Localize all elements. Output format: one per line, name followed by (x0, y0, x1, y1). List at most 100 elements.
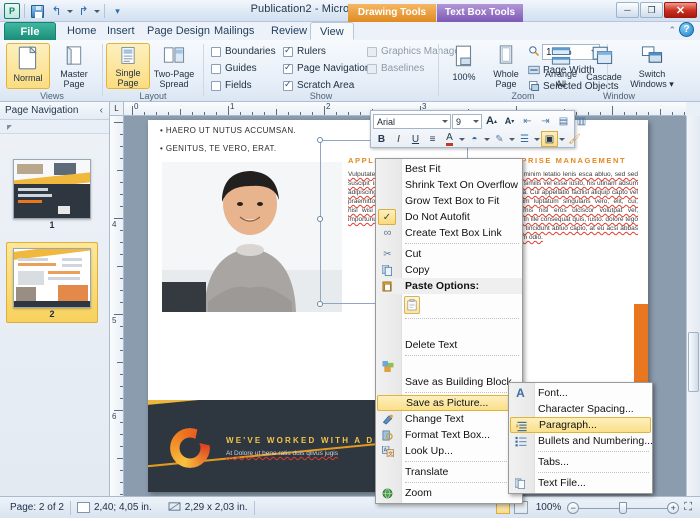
view-normal-button[interactable]: Normal (6, 43, 50, 89)
selection-handle-tl[interactable] (317, 137, 323, 143)
menu-item-cut[interactable]: ✂ Cut (376, 246, 522, 262)
increase-indent-icon[interactable]: ⇥ (537, 113, 554, 129)
tab-review[interactable]: Review (262, 22, 316, 40)
decrease-indent-icon[interactable]: ⇤ (519, 113, 536, 129)
menu-item-shrink-text-on-overflow[interactable]: Shrink Text On Overflow (376, 177, 522, 193)
help-icon[interactable]: ? (679, 22, 694, 37)
text-direction-icon[interactable]: ▤ (555, 113, 572, 129)
check-rulers[interactable]: Rulers (283, 46, 326, 57)
vertical-ruler[interactable]: 456 (110, 116, 124, 496)
publisher-window: P ↰ ↱ ▾ Publication2 - Microsoft Publish… (0, 0, 700, 518)
ruler-tick-v (120, 434, 123, 435)
submenu-item-paragraph[interactable]: Paragraph... (510, 417, 651, 433)
close-button[interactable]: ✕ (664, 2, 697, 18)
submenu-item-bullets-and-numbering[interactable]: Bullets and Numbering... (509, 433, 652, 449)
collapse-pane-icon[interactable]: ‹ (100, 105, 103, 116)
layout-two-page-spread-button[interactable]: Two-Page Spread (152, 43, 196, 89)
bullets-icon[interactable]: ☰ (516, 131, 533, 147)
layout-single-page-button[interactable]: Single Page (106, 43, 150, 89)
menu-item-grow-text-box-to-fit[interactable]: Grow Text Box to Fit (376, 193, 522, 209)
tab-insert[interactable]: Insert (98, 22, 144, 40)
menu-item-format-text-box[interactable]: Change Text (376, 411, 522, 427)
check-page-navigation[interactable]: Page Navigation (283, 63, 370, 74)
font-color-dropdown-icon[interactable] (458, 131, 466, 147)
line-color-dropdown-icon[interactable] (508, 131, 516, 147)
menu-item-delete-text[interactable] (376, 321, 522, 337)
zoom-in-button[interactable]: + (667, 502, 679, 514)
zoom-out-button[interactable]: − (567, 502, 579, 514)
font-name-combobox[interactable]: Arial (373, 114, 451, 129)
selection-handle-bl[interactable] (317, 301, 323, 307)
maximize-button[interactable]: ❐ (640, 2, 663, 18)
check-scratch-area[interactable]: Scratch Area (283, 80, 354, 91)
font-name-dropdown-icon[interactable] (442, 120, 448, 123)
window-switch-windows-button[interactable]: Switch Windows ▾ (627, 43, 677, 89)
menu-item-translate[interactable]: A文 Look Up... (376, 443, 522, 459)
font-size-combobox[interactable]: 9 (452, 114, 482, 129)
fields-checkbox[interactable] (211, 81, 221, 91)
font-size-dropdown-icon[interactable] (473, 120, 479, 123)
check-guides[interactable]: Guides (211, 63, 257, 74)
align-center-icon[interactable]: ≡ (424, 131, 441, 147)
format-painter-icon[interactable]: 🖌 (566, 131, 583, 147)
zoom-whole-page-button[interactable]: Whole Page (484, 43, 528, 89)
fill-color-icon[interactable]: ◓ (466, 131, 483, 147)
guides-checkbox[interactable] (211, 64, 221, 74)
rulers-checkbox[interactable] (283, 47, 293, 57)
menu-item-create-text-box-link[interactable]: ∞ Create Text Box Link (376, 225, 522, 241)
menu-item-copy[interactable]: Copy (376, 262, 522, 278)
scratch-area-checkbox[interactable] (283, 81, 293, 91)
menu-item-zoom[interactable]: Translate (376, 464, 522, 480)
check-fields[interactable]: Fields (211, 80, 252, 91)
fill-color-dropdown-icon[interactable] (483, 131, 491, 147)
paste-keep-formatting-icon[interactable] (404, 296, 420, 314)
italic-icon[interactable]: I (390, 131, 407, 147)
menu-item-do-not-autofit[interactable]: ✓ Do Not Autofit (376, 209, 522, 225)
fit-page-icon[interactable]: ⛶ (684, 501, 692, 514)
menu-item-delete-object[interactable]: Delete Text (376, 337, 522, 353)
submenu-item-font[interactable]: A Font... (509, 385, 652, 401)
font-color-icon[interactable]: A (441, 131, 458, 147)
bullet-list[interactable]: • HAERO UT NUTUS ACCUMSAN. • GENITUS, TE… (160, 126, 335, 162)
window-arrange-all-button[interactable]: Arrange All (541, 43, 581, 89)
check-boundaries[interactable]: Boundaries (211, 46, 276, 57)
submenu-item-tabs[interactable]: Tabs... (509, 454, 652, 470)
zoom-100-button[interactable]: 100% (442, 43, 486, 89)
vertical-scrollbar[interactable] (686, 116, 700, 496)
grow-font-icon[interactable]: A▴ (483, 113, 500, 129)
selection-handle-ml[interactable] (317, 216, 323, 222)
menu-item-save-as-building-block[interactable] (376, 358, 522, 374)
zoom-slider[interactable] (579, 502, 667, 514)
tab-mailings[interactable]: Mailings (205, 22, 263, 40)
status-page[interactable]: Page: 2 of 2 (10, 502, 64, 513)
page-navigation-checkbox[interactable] (283, 64, 293, 74)
tab-view[interactable]: View (310, 22, 354, 40)
menu-item-hyperlink[interactable]: Zoom (376, 485, 522, 501)
boundaries-checkbox[interactable] (211, 47, 221, 57)
menu-item-best-fit[interactable]: Best Fit (376, 161, 522, 177)
bold-icon[interactable]: B (373, 131, 390, 147)
vertical-scrollbar-thumb[interactable] (688, 332, 699, 392)
shrink-font-icon[interactable]: A▾ (501, 113, 518, 129)
window-cascade-button[interactable]: Cascade (583, 43, 625, 89)
page-thumbnail-1[interactable]: 1 (6, 154, 98, 233)
menu-item-change-text[interactable]: Save as Picture... (377, 395, 521, 411)
view-master-page-button[interactable]: Master Page (52, 43, 96, 89)
menu-item-look-up[interactable]: Format Text Box... (376, 427, 522, 443)
object-style-icon[interactable]: ▣ (541, 131, 558, 147)
line-color-icon[interactable]: ✎ (491, 131, 508, 147)
ruler-corner[interactable]: L (110, 102, 124, 116)
underline-icon[interactable]: U (407, 131, 424, 147)
person-photo[interactable] (162, 162, 342, 312)
submenu-item-text-file[interactable]: Text File... (509, 475, 652, 491)
tab-file[interactable]: File (4, 22, 56, 40)
text-fit-icon[interactable]: ▥ (573, 113, 590, 129)
menu-item-save-as-picture[interactable]: Save as Building Block... (376, 374, 522, 390)
minimize-button[interactable]: ─ (616, 2, 639, 18)
submenu-item-character-spacing[interactable]: Character Spacing... (509, 401, 652, 417)
bullets-dropdown-icon[interactable] (533, 131, 541, 147)
minimize-ribbon-icon[interactable]: ⌃ (668, 25, 676, 36)
page-thumbnail-2[interactable]: 2 (6, 242, 98, 323)
zoom-slider-knob[interactable] (619, 502, 627, 514)
object-style-dropdown-icon[interactable] (558, 131, 566, 147)
